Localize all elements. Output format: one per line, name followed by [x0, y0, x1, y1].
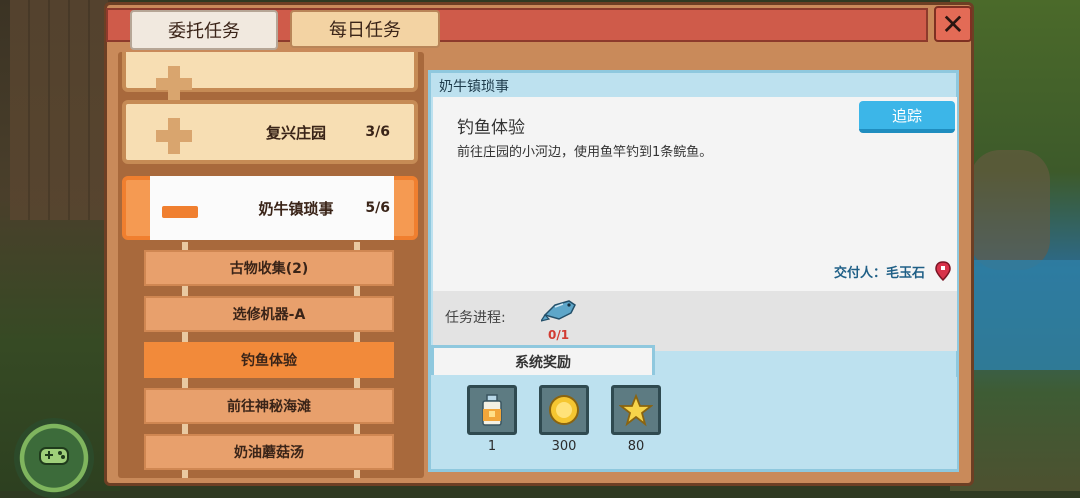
fish-icon: [541, 300, 576, 322]
tab-daily[interactable]: 每日任务: [290, 10, 440, 48]
quest-progress-area: 任务进程: 0/1: [433, 291, 957, 351]
subtask-item[interactable]: 奶油蘑菇汤: [144, 434, 394, 470]
expand-plus-icon: [156, 118, 192, 154]
reward-quantity: 80: [627, 439, 645, 454]
quest-giver: 交付人：毛玉石: [833, 266, 925, 281]
wooden-wall: [10, 0, 110, 220]
subtask-item[interactable]: 前往神秘海滩: [144, 388, 394, 424]
water: [970, 260, 1080, 370]
category-item-cow-town-chores[interactable]: 奶牛镇琐事 5/6: [122, 176, 418, 240]
detail-header: 奶牛镇琐事: [439, 79, 509, 95]
location-pin-icon[interactable]: [935, 261, 951, 281]
tab-system-rewards[interactable]: 系统奖励: [431, 345, 655, 375]
reward-list: 1 300 80: [433, 377, 957, 469]
gamepad-icon: [39, 447, 69, 465]
category-count: 3/6: [365, 124, 390, 140]
rock: [970, 150, 1050, 270]
progress-value: 0/1: [548, 328, 570, 342]
category-name: 复兴庄园: [265, 123, 326, 142]
category-name: [226, 52, 366, 98]
gold-coin-icon: [549, 395, 579, 425]
reward-item[interactable]: 1: [467, 385, 517, 457]
reward-quantity: 300: [551, 439, 577, 454]
track-button[interactable]: 追踪: [859, 101, 955, 133]
reward-item[interactable]: 300: [539, 385, 589, 457]
subtask-item[interactable]: 选修机器-A: [144, 296, 394, 332]
star-icon: [619, 393, 653, 427]
close-button[interactable]: ✕: [934, 6, 972, 42]
subtask-item[interactable]: 古物收集(2): [144, 250, 394, 286]
quest-detail-panel: 奶牛镇琐事 钓鱼体验 前往庄园的小河边，使用鱼竿钓到1条鲩鱼。 追踪 交付人：毛…: [428, 70, 959, 472]
close-icon: ✕: [941, 7, 965, 41]
reward-item[interactable]: 80: [611, 385, 661, 457]
expand-plus-icon: [156, 66, 192, 102]
collapse-minus-icon: [162, 206, 198, 218]
tab-commission[interactable]: 委托任务: [130, 10, 278, 50]
subtask-item-selected[interactable]: 钓鱼体验: [144, 342, 394, 378]
category-item-manor-revival[interactable]: 复兴庄园 3/6: [122, 100, 418, 164]
reward-quantity: 1: [487, 439, 497, 454]
quest-detail-card: 钓鱼体验 前往庄园的小河边，使用鱼竿钓到1条鲩鱼。 追踪 交付人：毛玉石: [433, 97, 957, 291]
category-name: 奶牛镇琐事: [258, 199, 334, 218]
category-item-partial[interactable]: [122, 52, 418, 102]
gamepad-button[interactable]: [14, 418, 94, 498]
milk-bottle-icon: [482, 394, 502, 426]
progress-label: 任务进程:: [445, 310, 506, 326]
quest-title: 钓鱼体验: [457, 118, 525, 138]
background-left: [0, 0, 120, 491]
category-count: 5/6: [365, 200, 390, 216]
quest-description: 前往庄园的小河边，使用鱼竿钓到1条鲩鱼。: [457, 145, 713, 160]
quest-category-list[interactable]: 复兴庄园 3/6 奶牛镇琐事 5/6 古物收集(2) 选修机器-A 钓鱼体验 前…: [118, 52, 424, 478]
